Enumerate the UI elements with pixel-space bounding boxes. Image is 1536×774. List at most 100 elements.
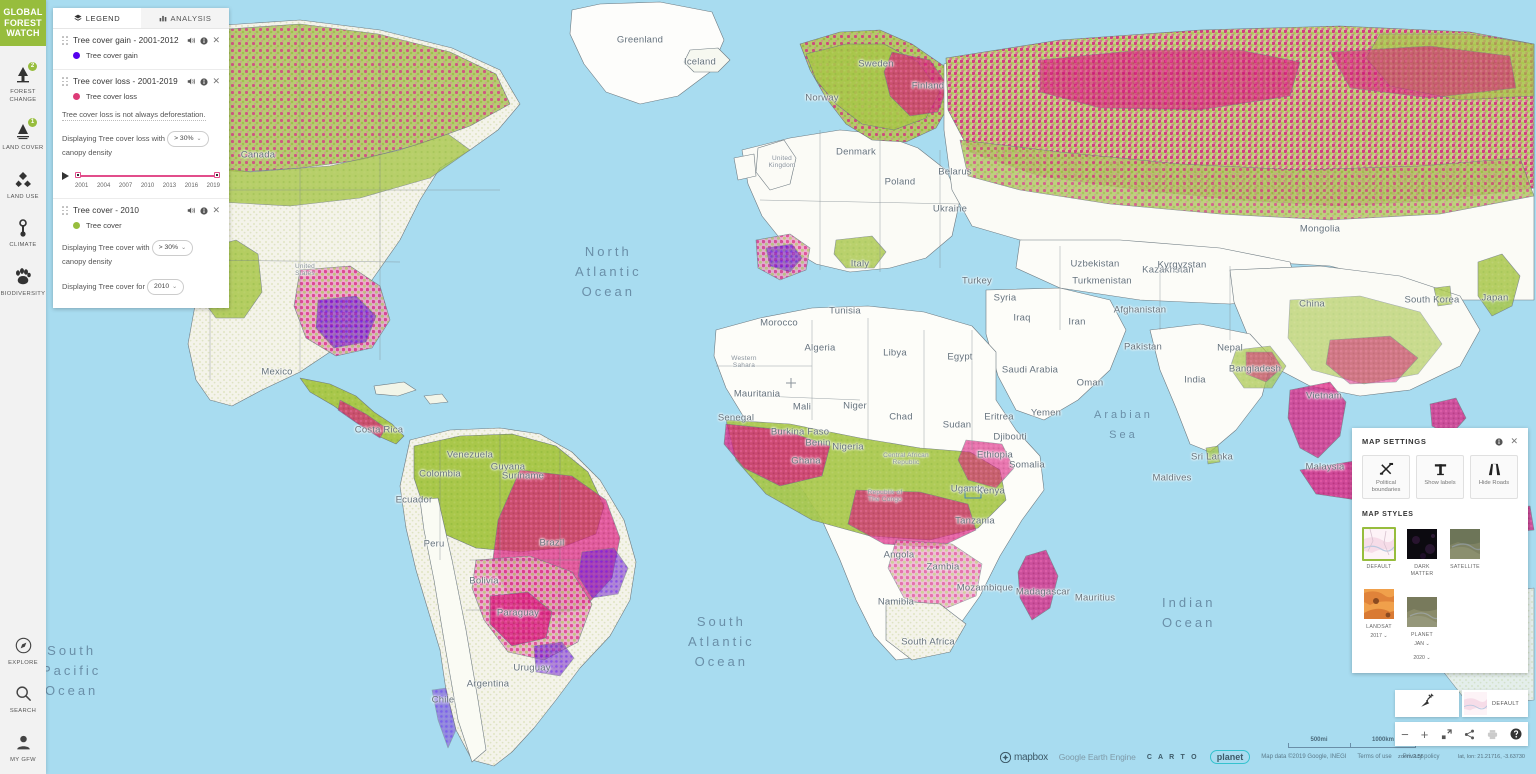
basemap-selector[interactable]: DEFAULT — [1462, 690, 1528, 717]
map-style-satellite[interactable]: SATELLITE — [1448, 527, 1482, 578]
layer-title: Tree cover - 2010 — [73, 206, 140, 215]
info-icon[interactable] — [200, 36, 209, 45]
map-style-planet[interactable]: PLANET JAN ⌄ 2020 ⌄ — [1405, 595, 1439, 661]
drag-handle-icon[interactable] — [62, 36, 69, 45]
legend-tabs[interactable]: LEGEND ANALYSIS — [53, 8, 229, 29]
drag-handle-icon[interactable] — [62, 206, 69, 215]
legend-layer-tree-cover[interactable]: Tree cover - 2010 ✕ Tree cover Displayin… — [53, 199, 229, 308]
land-cover-badge: 1 — [28, 118, 37, 127]
timeline-tick: 2019 — [206, 183, 220, 189]
terms-of-use-link[interactable]: Terms of use — [1357, 754, 1391, 760]
zoom-level-text: zoom:2.55 — [1398, 754, 1424, 760]
layer-actions[interactable]: ✕ — [187, 77, 220, 86]
search-icon — [0, 683, 46, 705]
timeline-ticks: 2001 2004 2007 2010 2013 2016 2019 — [62, 183, 220, 189]
close-icon[interactable]: ✕ — [212, 77, 220, 86]
map-style-landsat[interactable]: LANDSAT 2017 ⌄ — [1362, 587, 1396, 661]
legend-layer-tree-cover-loss[interactable]: Tree cover loss - 2001-2019 ✕ Tree cover… — [53, 70, 229, 199]
map-coordinates-bar: zoom:2.55 lat, lon: 21.21716, -3.63730 — [1395, 750, 1528, 764]
close-icon[interactable]: ✕ — [1510, 437, 1518, 446]
close-icon[interactable]: ✕ — [212, 36, 220, 45]
sidebar-item-biodiversity[interactable]: BIODIVERSITY — [0, 256, 46, 305]
planet-logo[interactable]: planet — [1209, 750, 1251, 764]
timeline-tick: 2010 — [140, 183, 155, 189]
map-canvas[interactable]: North Atlantic Ocean South Atlantic Ocean So… — [0, 0, 1536, 774]
mapbox-logo[interactable]: mapbox — [1000, 751, 1048, 763]
recenter-button[interactable] — [1395, 690, 1459, 717]
carto-logo[interactable]: C A R T O — [1147, 754, 1199, 761]
sidebar-item-climate[interactable]: CLIMATE — [0, 207, 46, 256]
layer-actions[interactable]: ✕ — [187, 36, 220, 45]
canopy-density-select[interactable]: > 30% ⌄ — [167, 131, 209, 147]
sidebar-label-biodiversity: BIODIVERSITY — [0, 290, 46, 297]
sidebar-label-search: SEARCH — [9, 708, 37, 714]
timeline-tick: 2007 — [118, 183, 133, 189]
show-labels-button[interactable]: Show labels — [1416, 455, 1464, 499]
map-settings-title: MAP SETTINGS — [1362, 437, 1427, 446]
info-icon[interactable] — [200, 206, 209, 215]
sidebar-item-my-gfw[interactable]: MY GFW — [0, 722, 46, 774]
legend-panel[interactable]: LEGEND ANALYSIS Tree cover gain - 2001-2… — [53, 8, 229, 308]
map-settings-panel[interactable]: MAP SETTINGS ✕ Political boundaries Show… — [1352, 428, 1528, 673]
share-icon[interactable] — [1464, 729, 1475, 740]
map-style-default[interactable]: DEFAULT — [1362, 527, 1396, 578]
timeline-slider[interactable] — [62, 171, 220, 180]
planet-month-select[interactable]: JAN ⌄ — [1405, 641, 1439, 647]
logo-line-2: FOREST — [4, 17, 42, 28]
map-style-dark-matter-label-1: DARK — [1414, 564, 1430, 570]
layers-icon — [74, 14, 82, 22]
google-earth-engine-logo[interactable]: Google Earth Engine — [1059, 752, 1136, 762]
layer-actions[interactable]: ✕ — [187, 206, 220, 215]
opacity-icon[interactable] — [187, 36, 196, 45]
basemap-label: DEFAULT — [1492, 700, 1520, 707]
basemap-thumbnail — [1463, 692, 1488, 715]
legend-layer-tree-cover-gain[interactable]: Tree cover gain - 2001-2012 ✕ Tree cover… — [53, 29, 229, 70]
planet-year-select[interactable]: 2020 ⌄ — [1405, 655, 1439, 661]
fullscreen-icon[interactable] — [1441, 728, 1452, 740]
print-icon — [1487, 729, 1498, 740]
canopy-density-value: > 30% — [174, 135, 194, 142]
sidebar-item-land-cover[interactable]: 1 LAND COVER — [0, 110, 46, 159]
tab-legend-label: LEGEND — [85, 13, 121, 23]
political-boundaries-button[interactable]: Political boundaries — [1362, 455, 1410, 499]
opacity-icon[interactable] — [187, 206, 196, 215]
hide-roads-button[interactable]: Hide Roads — [1470, 455, 1518, 499]
zoom-in-button[interactable]: + — [1421, 728, 1429, 741]
zoom-out-button[interactable]: − — [1401, 728, 1409, 741]
map-style-satellite-label: SATELLITE — [1450, 564, 1480, 570]
layer-title: Tree cover loss - 2001-2019 — [73, 77, 178, 86]
tab-analysis[interactable]: ANALYSIS — [141, 8, 229, 28]
map-style-dark-matter[interactable]: DARK MATTER — [1405, 527, 1439, 578]
forest-change-badge: 2 — [28, 62, 37, 71]
year-select[interactable]: 2010 ⌄ — [147, 279, 185, 295]
gfw-logo[interactable]: GLOBAL FOREST WATCH — [0, 0, 46, 46]
play-icon[interactable] — [62, 171, 69, 180]
sidebar-item-forest-change[interactable]: 2 FOREST CHANGE — [0, 54, 46, 110]
chevron-down-icon: ⌄ — [172, 284, 178, 290]
timeline-knob-end[interactable] — [214, 172, 220, 178]
sidebar-item-explore[interactable]: EXPLORE — [0, 625, 46, 674]
left-sidebar[interactable]: GLOBAL FOREST WATCH 2 FOREST CHANGE 1 LA… — [0, 0, 46, 774]
tab-legend[interactable]: LEGEND — [53, 8, 141, 28]
opacity-icon[interactable] — [187, 77, 196, 86]
map-attribution[interactable]: mapbox Google Earth Engine C A R T O pla… — [1000, 750, 1439, 764]
timeline-knob-start[interactable] — [75, 172, 81, 178]
canopy-density-select[interactable]: > 30% ⌄ — [151, 240, 194, 256]
map-settings-buttons[interactable]: Political boundaries Show labels Hide Ro… — [1362, 455, 1518, 499]
scalebar-seg-mi — [1288, 743, 1350, 748]
info-icon[interactable] — [200, 77, 209, 86]
landsat-year-select[interactable]: 2017 ⌄ — [1362, 633, 1396, 639]
timeline-track[interactable] — [75, 171, 220, 180]
drag-handle-icon[interactable] — [62, 77, 69, 86]
info-icon[interactable] — [1495, 437, 1504, 446]
layer-note-wrap: Tree cover loss is not always deforestat… — [62, 101, 220, 121]
year-description: Displaying Tree cover for 2010 ⌄ — [62, 279, 220, 295]
mapbox-label: mapbox — [1014, 751, 1048, 763]
help-icon[interactable] — [1510, 728, 1522, 740]
sidebar-item-land-use[interactable]: LAND USE — [0, 159, 46, 208]
map-control-bar[interactable]: − + — [1395, 722, 1528, 746]
map-styles-grid[interactable]: DEFAULT DARK MATTER SATELLITE LANDSAT 20… — [1362, 527, 1518, 661]
sidebar-item-search[interactable]: SEARCH — [0, 673, 46, 722]
basemap-row[interactable]: DEFAULT — [1395, 690, 1528, 717]
close-icon[interactable]: ✕ — [212, 206, 220, 215]
